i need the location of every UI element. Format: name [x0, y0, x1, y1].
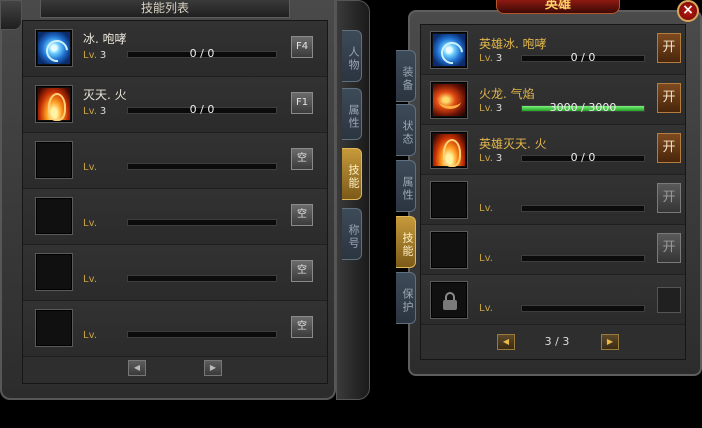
skill-slot[interactable] — [35, 197, 73, 235]
skill-slot[interactable] — [430, 131, 468, 169]
skill-slot[interactable] — [430, 31, 468, 69]
enable-skill-button-disabled[interactable]: 开 — [657, 233, 681, 263]
skill-exp-bar — [521, 255, 645, 262]
tab-equipment[interactable]: 装备 — [396, 50, 416, 102]
skill-exp-text: 0 / 0 — [570, 51, 596, 64]
skill-row: 灭天. 火 Lv. 3 0 / 0 F1 — [23, 77, 327, 133]
hero-skill-list: 英雄冰. 咆哮 Lv. 3 0 / 0 开 火龙. 气焰 Lv. 3 3000 / … — [420, 24, 686, 360]
skill-exp-bar — [521, 305, 645, 312]
ice-icon — [38, 32, 70, 64]
skill-level: Lv. — [479, 303, 493, 314]
skill-exp-text: 3000 / 3000 — [549, 101, 617, 114]
tab-hero-attributes[interactable]: 属性 — [396, 160, 416, 212]
enable-skill-button-empty[interactable] — [657, 287, 681, 313]
skill-slot-locked[interactable] — [430, 281, 468, 319]
skill-slot[interactable] — [35, 253, 73, 291]
skill-slot[interactable] — [430, 81, 468, 119]
skill-row-empty: Lv. 空 — [23, 133, 327, 189]
tab-status[interactable]: 状态 — [396, 104, 416, 156]
enable-skill-button[interactable]: 开 — [657, 133, 681, 163]
fire-icon — [38, 88, 70, 121]
skill-name: 灭天. 火 — [83, 88, 127, 102]
skill-name: 英雄冰. 咆哮 — [479, 37, 547, 51]
tab-character[interactable]: 人物 — [342, 30, 362, 82]
tab-titles[interactable]: 称号 — [342, 208, 362, 260]
close-button[interactable]: × — [677, 0, 699, 22]
skill-slot[interactable] — [35, 29, 73, 67]
skill-row-empty: Lv. 空 — [23, 301, 327, 357]
skill-row-empty: Lv. 空 — [23, 189, 327, 245]
skill-name: 冰. 咆哮 — [83, 32, 127, 46]
hotkey-button-empty[interactable]: 空 — [291, 148, 313, 170]
page-indicator: 3 / 3 — [544, 335, 570, 348]
skill-exp-text: 0 / 0 — [189, 47, 215, 60]
hero-skill-row-empty: Lv. 开 — [421, 225, 685, 275]
skill-level: Lv. — [83, 162, 97, 173]
skill-exp-bar — [127, 275, 277, 282]
hero-next-page-button[interactable]: ▶ — [601, 334, 619, 350]
tab-hero-skills[interactable]: 技能 — [396, 216, 416, 268]
fire-icon — [433, 134, 465, 167]
dragon-icon — [433, 84, 465, 116]
skill-level: Lv. 3 — [479, 103, 503, 114]
skill-level: Lv. 3 — [83, 106, 107, 117]
lock-icon — [443, 292, 457, 310]
hotkey-button[interactable]: F1 — [291, 92, 313, 114]
skill-level: Lv. — [479, 253, 493, 264]
hotkey-button-empty[interactable]: 空 — [291, 204, 313, 226]
skill-list-body: 冰. 咆哮 Lv. 3 0 / 0 F4 灭天. 火 Lv. 3 0 / 0 F1 … — [22, 20, 328, 384]
tab-protection[interactable]: 保护 — [396, 272, 416, 324]
skill-level: Lv. — [83, 218, 97, 229]
skill-slot[interactable] — [430, 231, 468, 269]
skill-level: Lv. 3 — [83, 50, 107, 61]
skill-exp-bar — [127, 163, 277, 170]
frame-ornament-left — [0, 0, 22, 30]
tab-attributes[interactable]: 属性 — [342, 88, 362, 140]
hotkey-button-empty[interactable]: 空 — [291, 260, 313, 282]
skill-exp-bar — [127, 331, 277, 338]
hero-skill-row: 英雄灭天. 火 Lv. 3 0 / 0 开 — [421, 125, 685, 175]
skill-name: 英雄灭天. 火 — [479, 137, 547, 151]
enable-skill-button[interactable]: 开 — [657, 33, 681, 63]
hero-skill-row: 火龙. 气焰 Lv. 3 3000 / 3000 开 — [421, 75, 685, 125]
tab-skills[interactable]: 技能 — [342, 148, 362, 200]
skill-level: Lv. 3 — [479, 53, 503, 64]
skill-name: 火龙. 气焰 — [479, 87, 535, 101]
skill-row-empty: Lv. 空 — [23, 245, 327, 301]
skill-row: 冰. 咆哮 Lv. 3 0 / 0 F4 — [23, 21, 327, 77]
skill-exp-bar — [127, 219, 277, 226]
skill-slot[interactable] — [35, 141, 73, 179]
hero-skill-row-empty: Lv. 开 — [421, 175, 685, 225]
skill-level: Lv. — [479, 203, 493, 214]
skill-level: Lv. 3 — [479, 153, 503, 164]
hero-prev-page-button[interactable]: ◀ — [497, 334, 515, 350]
hero-skill-row: 英雄冰. 咆哮 Lv. 3 0 / 0 开 — [421, 25, 685, 75]
enable-skill-button-disabled[interactable]: 开 — [657, 183, 681, 213]
skill-exp-text: 0 / 0 — [189, 103, 215, 116]
ice-icon — [433, 34, 465, 66]
skill-exp-text: 0 / 0 — [570, 151, 596, 164]
hero-panel-title: 英雄 — [496, 0, 620, 14]
enable-skill-button[interactable]: 开 — [657, 83, 681, 113]
skill-level: Lv. — [83, 330, 97, 341]
hotkey-button-empty[interactable]: 空 — [291, 316, 313, 338]
skill-exp-bar — [521, 205, 645, 212]
prev-page-button[interactable]: ◀ — [128, 360, 146, 376]
next-page-button[interactable]: ▶ — [204, 360, 222, 376]
skill-slot[interactable] — [35, 309, 73, 347]
skill-level: Lv. — [83, 274, 97, 285]
hero-skill-row-locked: Lv. — [421, 275, 685, 325]
skill-slot[interactable] — [35, 85, 73, 123]
skill-slot[interactable] — [430, 181, 468, 219]
skill-list-title: 技能列表 — [40, 0, 290, 18]
hotkey-button[interactable]: F4 — [291, 36, 313, 58]
